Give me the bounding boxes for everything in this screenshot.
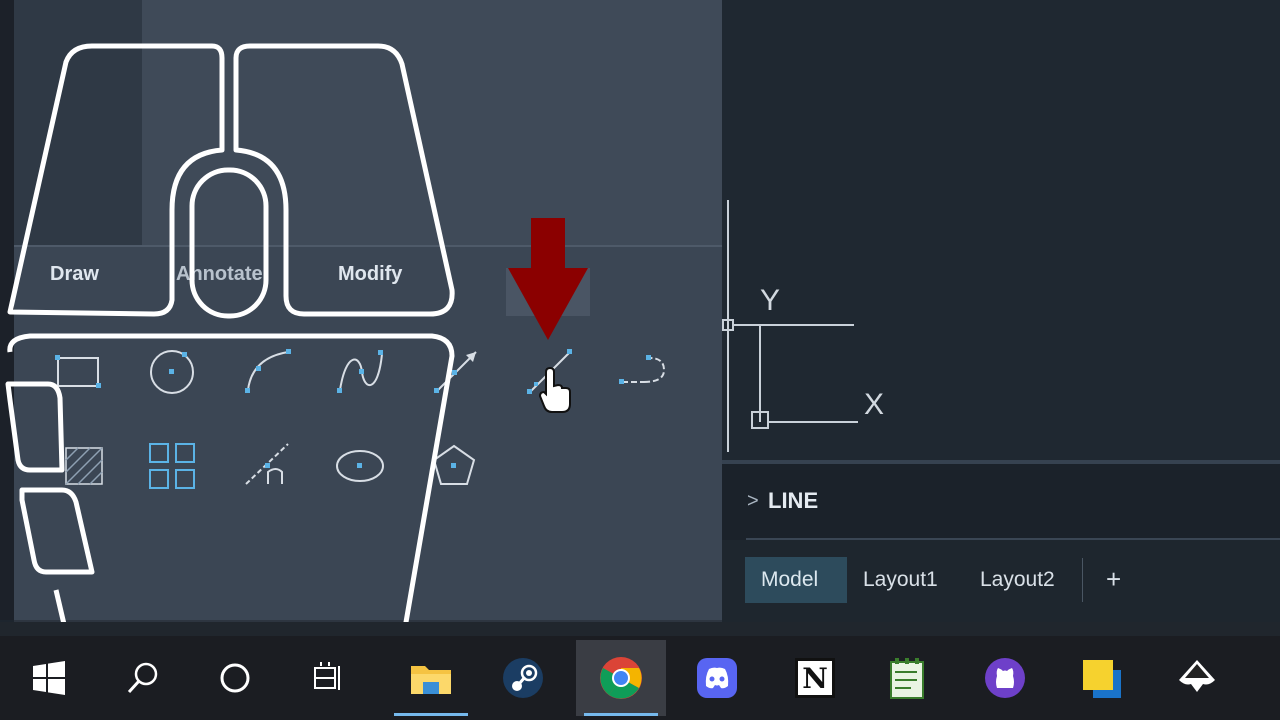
- taskbar-gap: [0, 622, 1280, 636]
- ucs-x-label: X: [864, 388, 885, 421]
- notepad-icon[interactable]: [862, 640, 952, 716]
- tab-layout2[interactable]: Layout2: [980, 568, 1055, 592]
- ucs-icon: [722, 200, 858, 452]
- notion-icon[interactable]: N: [770, 640, 860, 716]
- sticky-notes-icon[interactable]: [1056, 640, 1146, 716]
- task-view-icon[interactable]: [284, 640, 374, 716]
- cortana-icon[interactable]: [190, 640, 280, 716]
- windows-start-icon[interactable]: [4, 640, 94, 716]
- notion-letter: N: [795, 658, 835, 698]
- steam-icon[interactable]: [478, 640, 568, 716]
- chevron-right-icon: >: [747, 490, 759, 512]
- mouse-outline-overlay: [5, 43, 588, 715]
- tab-model[interactable]: Model: [761, 568, 818, 592]
- file-explorer-icon[interactable]: [386, 640, 476, 716]
- ucs-y-label: Y: [760, 284, 781, 317]
- tab-layout1[interactable]: Layout1: [863, 568, 938, 592]
- hand-cursor-icon: [538, 366, 571, 413]
- red-arrow-icon: [508, 218, 588, 340]
- command-text: LINE: [768, 488, 819, 513]
- search-icon[interactable]: [98, 640, 188, 716]
- inkscape-icon[interactable]: [1152, 640, 1242, 716]
- add-layout-button[interactable]: +: [1106, 564, 1121, 595]
- discord-icon[interactable]: [672, 640, 762, 716]
- github-icon[interactable]: [960, 640, 1050, 716]
- tab-separator: [1082, 558, 1083, 602]
- chrome-icon[interactable]: [576, 640, 666, 716]
